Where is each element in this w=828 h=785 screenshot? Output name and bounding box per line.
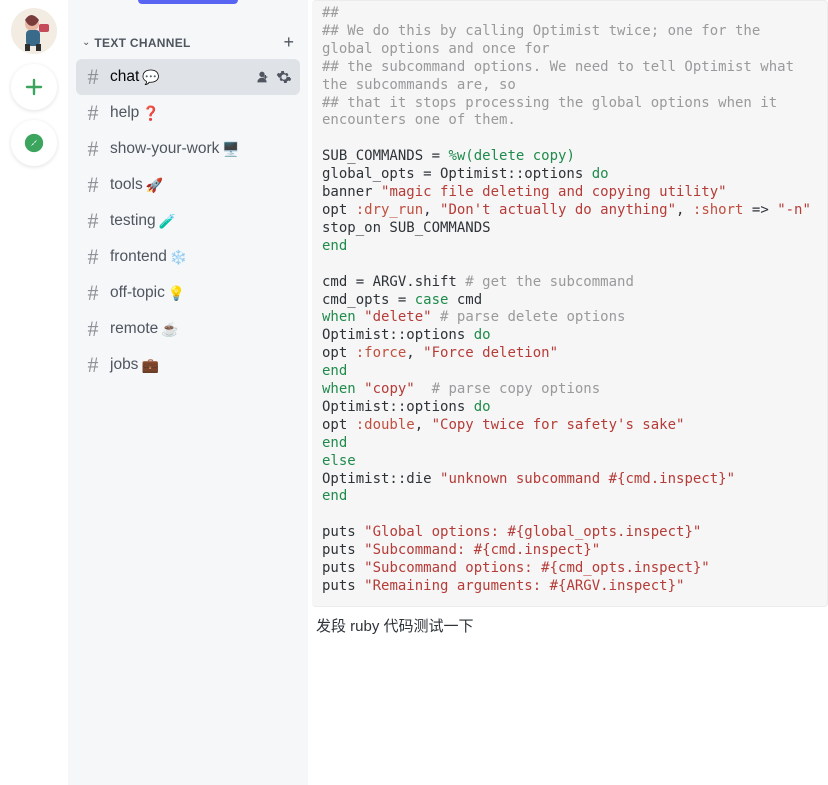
message-text: 发段 ruby 代码测试一下 bbox=[308, 615, 828, 636]
channel-name: jobs💼 bbox=[110, 356, 159, 374]
channel-name: chat💬 bbox=[110, 68, 160, 86]
compass-icon bbox=[23, 132, 45, 154]
channel-help[interactable]: # help❓ bbox=[76, 95, 300, 131]
channel-show-your-work[interactable]: # show-your-work🖥️ bbox=[76, 131, 300, 167]
add-channel-button[interactable]: + bbox=[283, 32, 294, 53]
explore-button[interactable] bbox=[11, 120, 57, 166]
message-area: ## ## We do this by calling Optimist twi… bbox=[308, 0, 828, 785]
channel-jobs[interactable]: # jobs💼 bbox=[76, 347, 300, 383]
channel-name: off-topic💡 bbox=[110, 284, 185, 302]
category-header[interactable]: ⌄ TEXT CHANNEL + bbox=[76, 14, 300, 59]
channel-name: tools🚀 bbox=[110, 176, 163, 194]
avatar-image bbox=[11, 8, 57, 54]
channel-testing[interactable]: # testing🧪 bbox=[76, 203, 300, 239]
hash-icon: # bbox=[84, 172, 102, 198]
server-avatar[interactable] bbox=[11, 8, 57, 54]
gear-icon[interactable] bbox=[276, 69, 292, 85]
hash-icon: # bbox=[84, 136, 102, 162]
channel-chat[interactable]: # chat💬 bbox=[76, 59, 300, 95]
hash-icon: # bbox=[84, 244, 102, 270]
hash-icon: # bbox=[84, 100, 102, 126]
channel-actions bbox=[254, 69, 292, 85]
chevron-down-icon: ⌄ bbox=[82, 37, 90, 48]
channel-name: show-your-work🖥️ bbox=[110, 140, 240, 158]
hash-icon: # bbox=[84, 352, 102, 378]
add-server-button[interactable] bbox=[11, 64, 57, 110]
code-block: ## ## We do this by calling Optimist twi… bbox=[312, 0, 828, 607]
hash-icon: # bbox=[84, 316, 102, 342]
plus-icon bbox=[24, 77, 44, 97]
channel-name: help❓ bbox=[110, 104, 160, 122]
channel-remote[interactable]: # remote☕ bbox=[76, 311, 300, 347]
channel-frontend[interactable]: # frontend❄️ bbox=[76, 239, 300, 275]
hash-icon: # bbox=[84, 64, 102, 90]
channel-name: remote☕ bbox=[110, 320, 179, 338]
hash-icon: # bbox=[84, 280, 102, 306]
category-label: TEXT CHANNEL bbox=[94, 36, 190, 50]
server-rail bbox=[0, 0, 68, 785]
channel-name: frontend❄️ bbox=[110, 248, 187, 266]
invite-icon[interactable] bbox=[254, 69, 270, 85]
channel-name: testing🧪 bbox=[110, 212, 176, 230]
top-button[interactable] bbox=[138, 0, 238, 4]
channel-off-topic[interactable]: # off-topic💡 bbox=[76, 275, 300, 311]
channel-sidebar: ⌄ TEXT CHANNEL + # chat💬 # help❓ # show-your-… bbox=[68, 0, 308, 785]
channel-tools[interactable]: # tools🚀 bbox=[76, 167, 300, 203]
hash-icon: # bbox=[84, 208, 102, 234]
